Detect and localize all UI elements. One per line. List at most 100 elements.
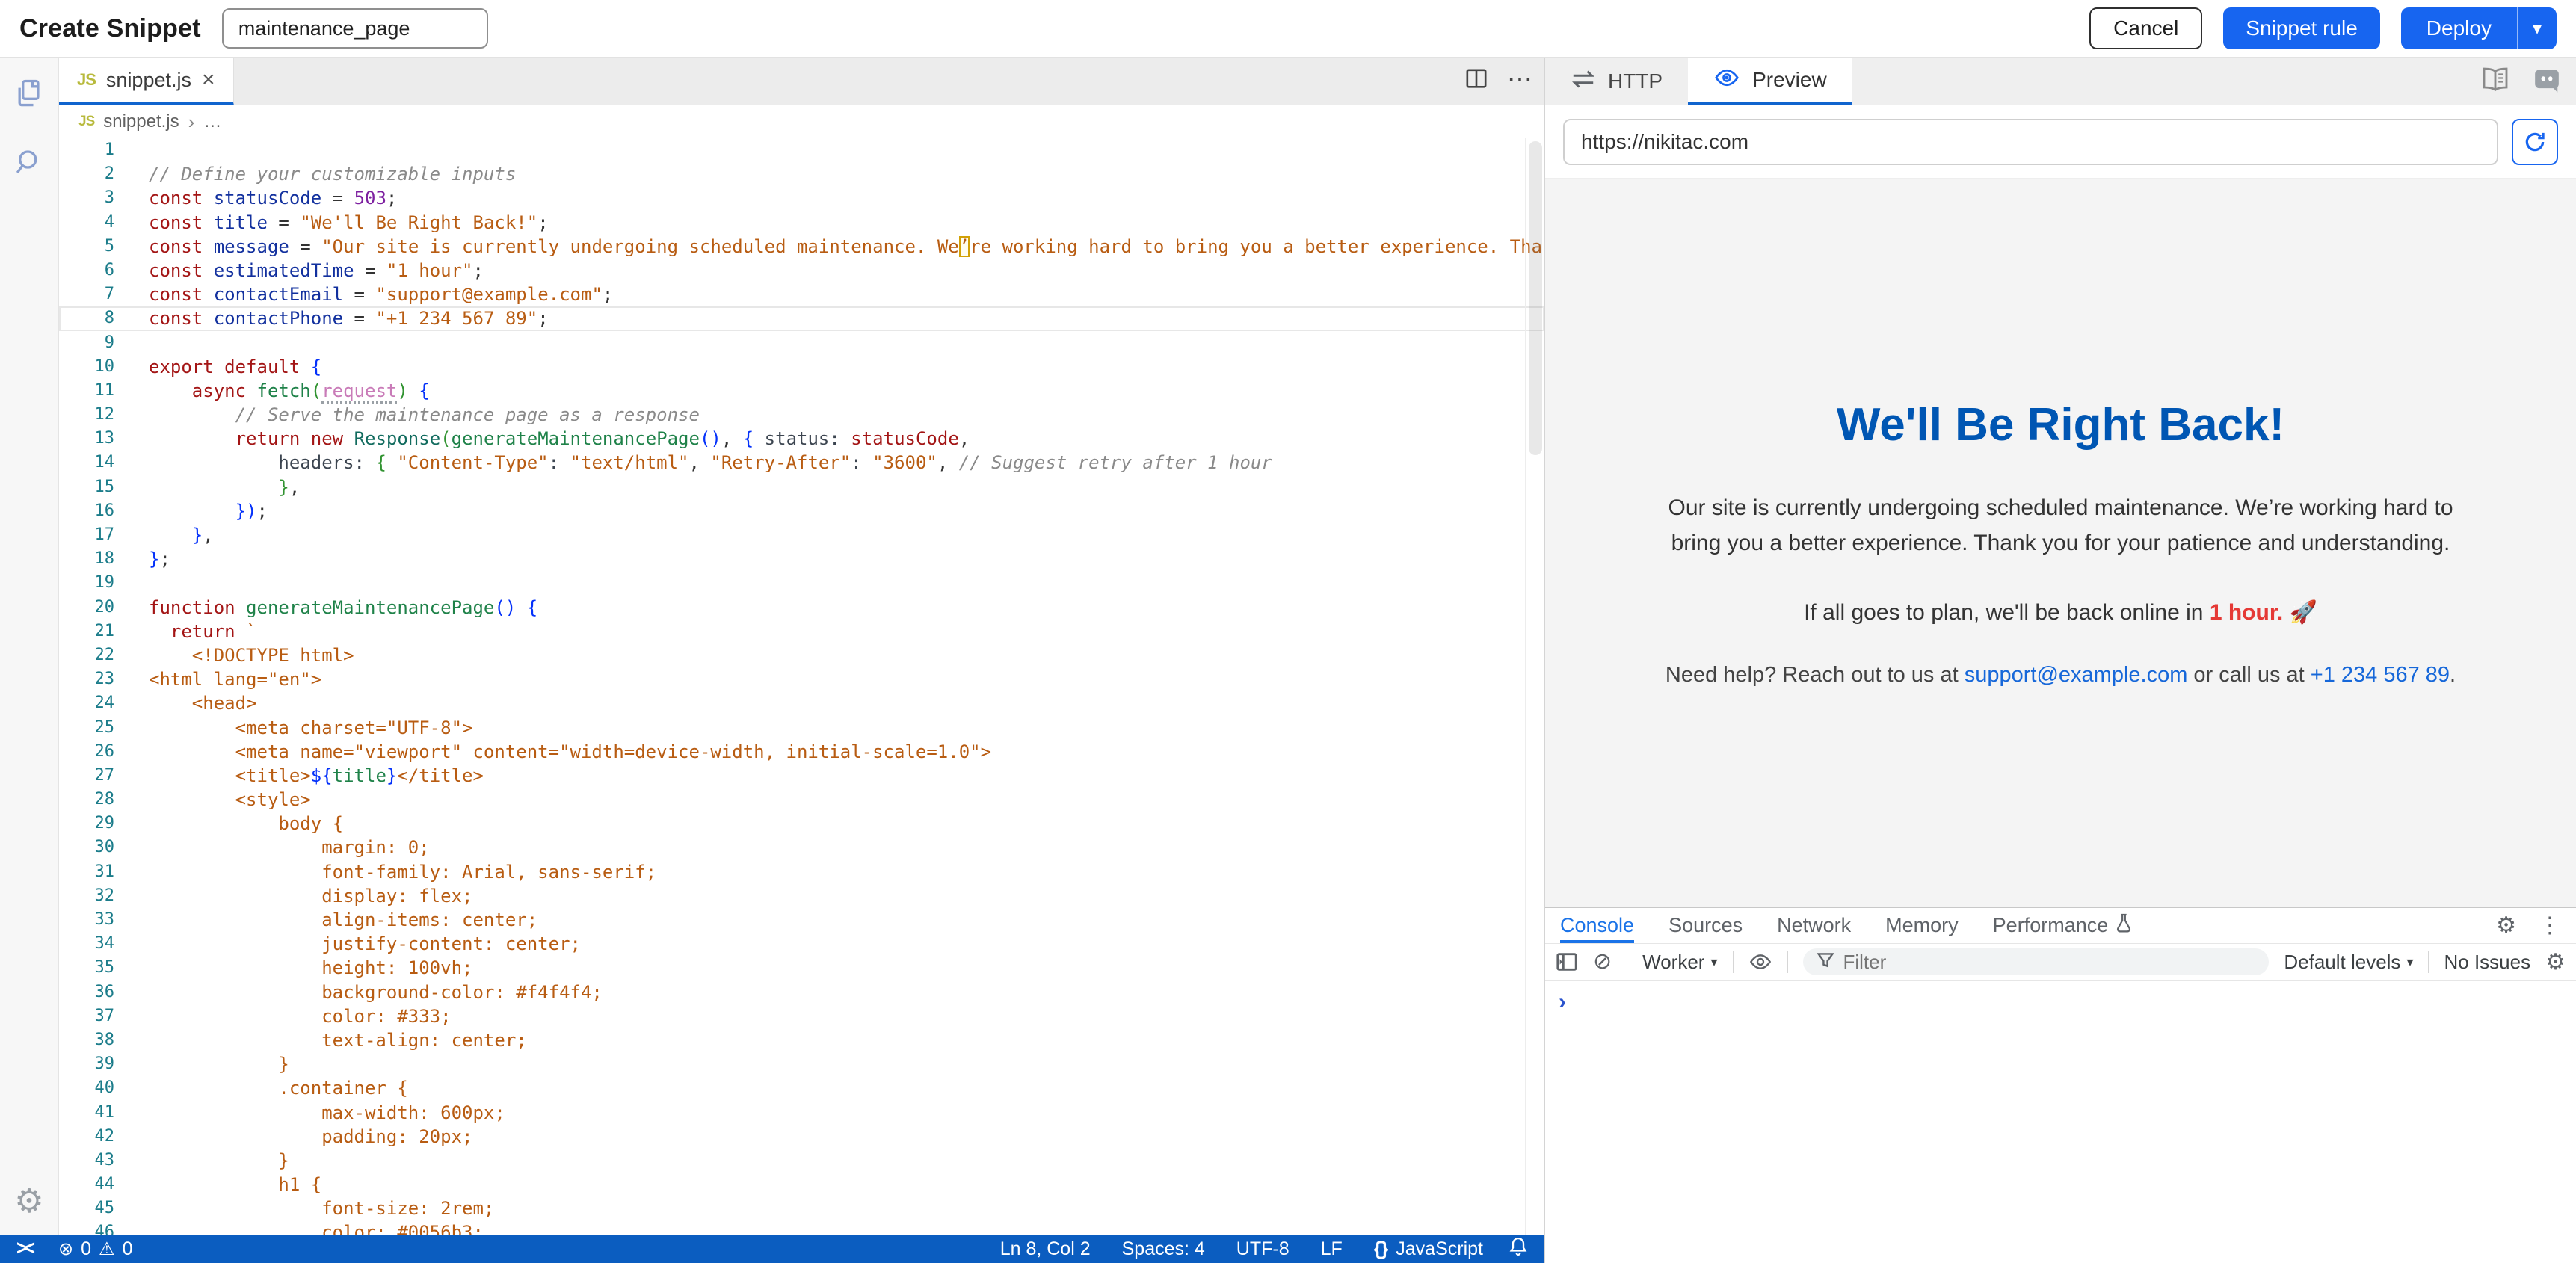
- code-line[interactable]: 17 },: [59, 523, 1544, 547]
- code-line[interactable]: 27 <title>${title}</title>: [59, 764, 1544, 788]
- notifications-bell-icon[interactable]: [1509, 1236, 1528, 1262]
- live-expression-eye-icon[interactable]: [1748, 953, 1772, 971]
- code-line[interactable]: 31 font-family: Arial, sans-serif;: [59, 860, 1544, 884]
- console-filter[interactable]: [1803, 948, 2270, 975]
- code-line[interactable]: 40 .container {: [59, 1076, 1544, 1100]
- code-line[interactable]: 14 headers: { "Content-Type": "text/html…: [59, 451, 1544, 475]
- code-line[interactable]: 2// Define your customizable inputs: [59, 162, 1544, 186]
- tab-snippet-js[interactable]: JS snippet.js ×: [59, 58, 234, 105]
- issues-counter[interactable]: No Issues: [2444, 951, 2530, 974]
- code-line[interactable]: 26 <meta name="viewport" content="width=…: [59, 740, 1544, 764]
- console-output[interactable]: ›: [1545, 981, 2576, 1263]
- deploy-button[interactable]: Deploy: [2401, 7, 2517, 49]
- console-settings-icon[interactable]: ⚙: [2545, 949, 2566, 975]
- code-editor[interactable]: 12// Define your customizable inputs3con…: [59, 138, 1544, 1235]
- code-line-text: height: 100vh;: [114, 956, 472, 980]
- code-line[interactable]: 4const title = "We'll Be Right Back!";: [59, 211, 1544, 235]
- devtools-tab-sources[interactable]: Sources: [1668, 908, 1743, 943]
- code-line[interactable]: 25 <meta charset="UTF-8">: [59, 716, 1544, 740]
- discord-icon[interactable]: [2533, 66, 2561, 98]
- code-line[interactable]: 45 font-size: 2rem;: [59, 1196, 1544, 1220]
- docs-book-icon[interactable]: [2480, 67, 2510, 96]
- more-actions-icon[interactable]: ⋯: [1507, 65, 1534, 95]
- console-prompt[interactable]: ›: [1559, 989, 1566, 1014]
- status-item[interactable]: LF: [1321, 1238, 1343, 1260]
- preview-url-input[interactable]: [1563, 119, 2498, 165]
- support-email-link[interactable]: support@example.com: [1965, 663, 2188, 687]
- code-line[interactable]: 15 },: [59, 475, 1544, 499]
- status-item[interactable]: UTF-8: [1236, 1238, 1289, 1260]
- code-line[interactable]: 6const estimatedTime = "1 hour";: [59, 259, 1544, 282]
- code-line[interactable]: 41 max-width: 600px;: [59, 1101, 1544, 1125]
- code-line[interactable]: 29 body {: [59, 812, 1544, 836]
- editor-scrollbar[interactable]: [1525, 138, 1544, 1235]
- code-line[interactable]: 32 display: flex;: [59, 884, 1544, 908]
- code-line[interactable]: 22 <!DOCTYPE html>: [59, 643, 1544, 667]
- problems-indicator[interactable]: ⊗ 0 ⚠ 0: [58, 1238, 132, 1260]
- breadcrumb-symbol[interactable]: …: [203, 111, 221, 132]
- code-line[interactable]: 28 <style>: [59, 788, 1544, 812]
- code-line[interactable]: 12 // Serve the maintenance page as a re…: [59, 403, 1544, 427]
- filter-input[interactable]: [1843, 951, 2256, 974]
- line-number: 9: [59, 331, 114, 355]
- code-line[interactable]: 39 }: [59, 1052, 1544, 1076]
- code-line[interactable]: 3const statusCode = 503;: [59, 186, 1544, 210]
- scrollbar-thumb[interactable]: [1529, 141, 1542, 455]
- code-line[interactable]: 16 });: [59, 499, 1544, 523]
- devtools-tab-memory[interactable]: Memory: [1885, 908, 1959, 943]
- code-line[interactable]: 5const message = "Our site is currently …: [59, 235, 1544, 259]
- code-line[interactable]: 42 padding: 20px;: [59, 1125, 1544, 1149]
- devtools-tab-performance[interactable]: Performance: [1993, 908, 2133, 943]
- code-line[interactable]: 8const contactPhone = "+1 234 567 89";: [59, 306, 1544, 330]
- clear-console-icon[interactable]: ⊘: [1593, 951, 1612, 973]
- code-line[interactable]: 30 margin: 0;: [59, 836, 1544, 859]
- code-line[interactable]: 24 <head>: [59, 691, 1544, 715]
- code-line[interactable]: 46 color: #0056b3;: [59, 1220, 1544, 1235]
- phone-link[interactable]: +1 234 567 89: [2311, 663, 2450, 687]
- tab-http[interactable]: HTTP: [1545, 58, 1688, 105]
- code-line[interactable]: 43 }: [59, 1149, 1544, 1173]
- code-line[interactable]: 37 color: #333;: [59, 1004, 1544, 1028]
- search-icon[interactable]: [13, 146, 46, 179]
- code-line[interactable]: 18};: [59, 547, 1544, 571]
- context-selector[interactable]: Worker▾: [1642, 951, 1717, 974]
- devtools-tab-network[interactable]: Network: [1777, 908, 1851, 943]
- code-line[interactable]: 19: [59, 571, 1544, 595]
- deploy-dropdown-button[interactable]: ▾: [2517, 7, 2557, 49]
- code-line[interactable]: 20function generateMaintenancePage() {: [59, 596, 1544, 620]
- close-tab-icon[interactable]: ×: [202, 69, 215, 91]
- files-icon[interactable]: [13, 77, 46, 110]
- breadcrumb[interactable]: JS snippet.js › …: [59, 105, 1544, 138]
- log-levels-selector[interactable]: Default levels▾: [2284, 951, 2413, 974]
- snippet-name-input[interactable]: [222, 8, 488, 49]
- devtools-menu-icon[interactable]: ⋮: [2539, 912, 2561, 939]
- status-item[interactable]: Ln 8, Col 2: [1000, 1238, 1091, 1260]
- code-line[interactable]: 10export default {: [59, 355, 1544, 379]
- devtools-tab-console[interactable]: Console: [1560, 908, 1634, 943]
- code-line[interactable]: 38 text-align: center;: [59, 1028, 1544, 1052]
- status-item[interactable]: {}JavaScript: [1374, 1238, 1483, 1260]
- code-line[interactable]: 1: [59, 138, 1544, 162]
- code-line[interactable]: 44 h1 {: [59, 1173, 1544, 1196]
- cancel-button[interactable]: Cancel: [2089, 7, 2202, 49]
- settings-gear-icon[interactable]: ⚙: [13, 1185, 46, 1218]
- split-editor-icon[interactable]: [1465, 67, 1488, 93]
- code-line[interactable]: 35 height: 100vh;: [59, 956, 1544, 980]
- devtools-settings-icon[interactable]: ⚙: [2496, 912, 2516, 939]
- remote-indicator[interactable]: ><: [16, 1238, 33, 1259]
- refresh-button[interactable]: [2512, 119, 2558, 165]
- code-line[interactable]: 34 justify-content: center;: [59, 932, 1544, 956]
- breadcrumb-file[interactable]: snippet.js: [103, 111, 179, 132]
- code-line[interactable]: 9: [59, 331, 1544, 355]
- code-line[interactable]: 13 return new Response(generateMaintenan…: [59, 427, 1544, 451]
- code-line[interactable]: 11 async fetch(request) {: [59, 379, 1544, 403]
- status-item[interactable]: Spaces: 4: [1122, 1238, 1205, 1260]
- code-line[interactable]: 7const contactEmail = "support@example.c…: [59, 282, 1544, 306]
- tab-preview[interactable]: Preview: [1688, 58, 1852, 105]
- code-line[interactable]: 36 background-color: #f4f4f4;: [59, 981, 1544, 1004]
- code-line[interactable]: 23<html lang="en">: [59, 667, 1544, 691]
- code-line[interactable]: 33 align-items: center;: [59, 908, 1544, 932]
- snippet-rule-button[interactable]: Snippet rule: [2223, 7, 2379, 49]
- code-line[interactable]: 21 return `: [59, 620, 1544, 643]
- console-sidebar-toggle-icon[interactable]: [1556, 951, 1578, 973]
